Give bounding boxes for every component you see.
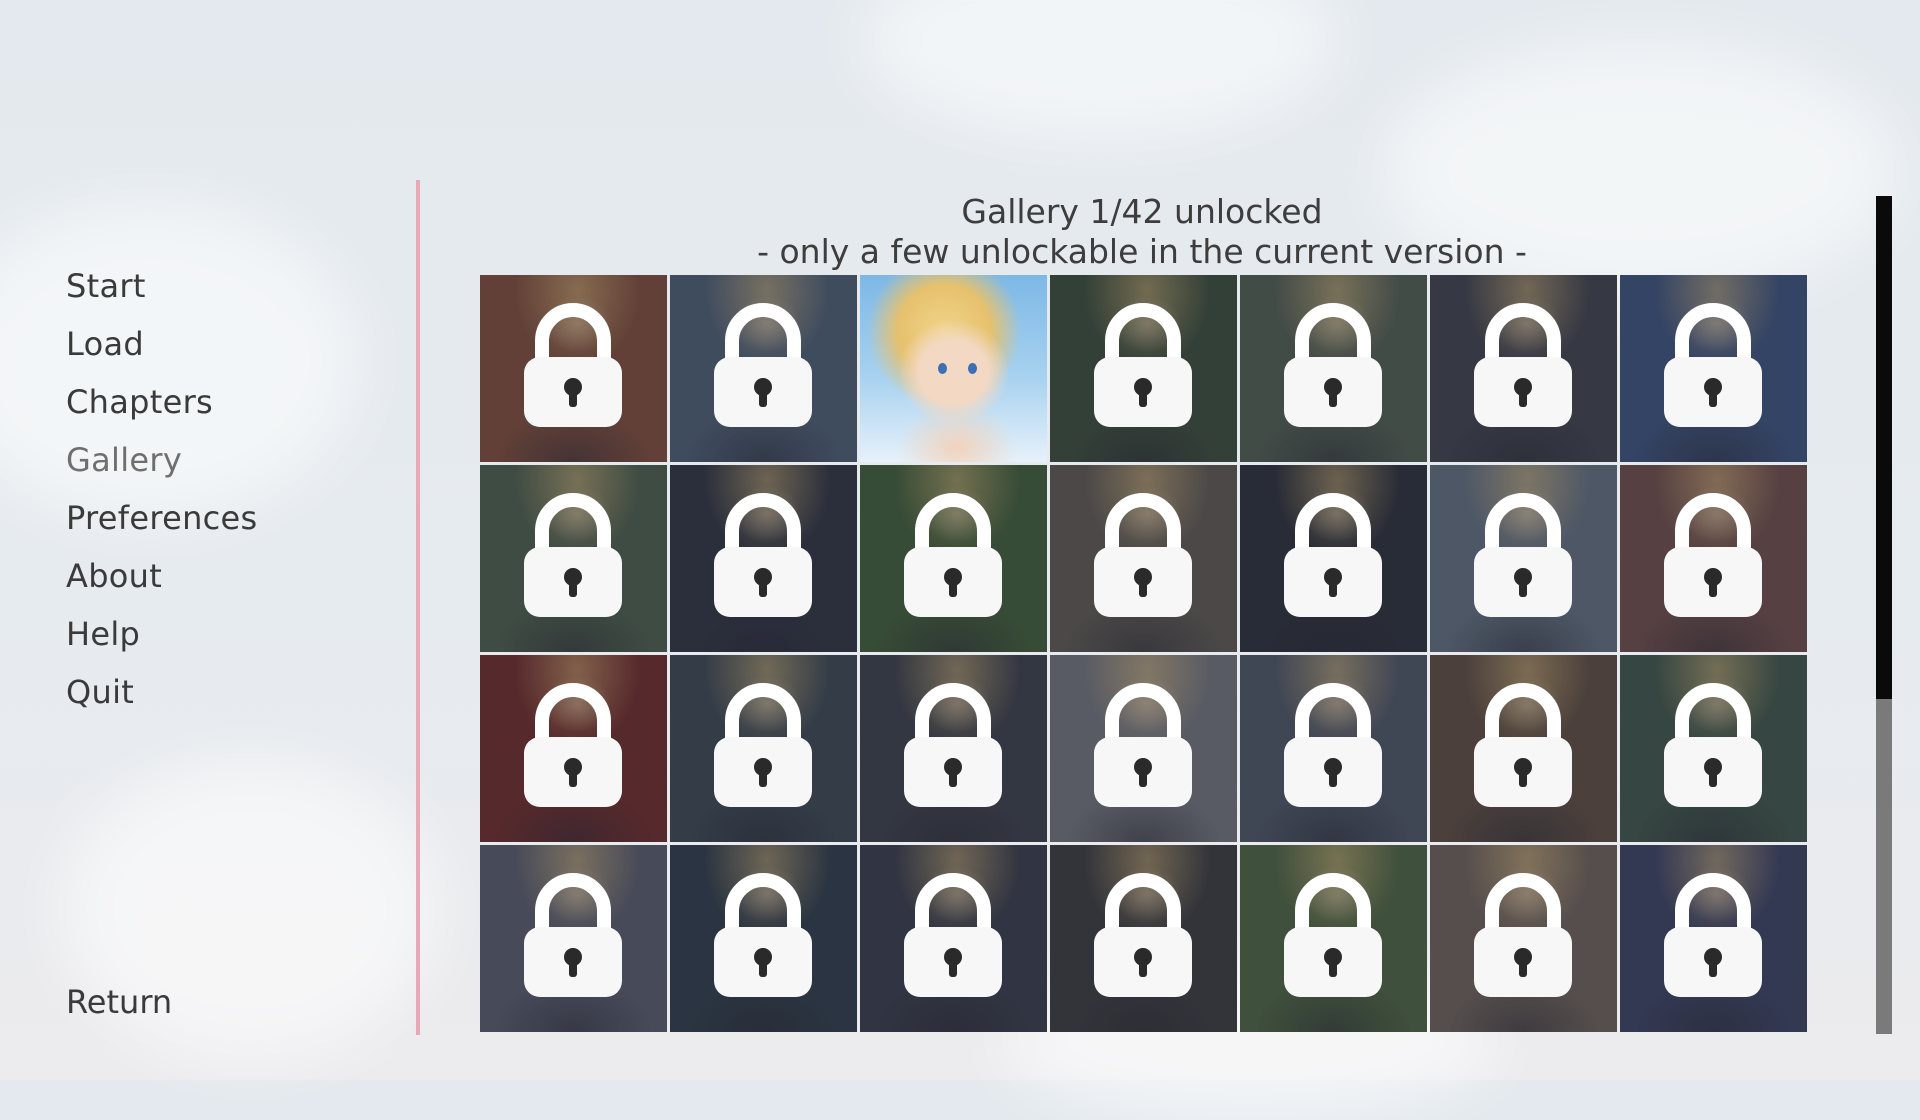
padlock-icon bbox=[1284, 493, 1382, 617]
gallery-tile-locked[interactable] bbox=[1430, 465, 1617, 652]
gallery-tile-locked[interactable] bbox=[1050, 655, 1237, 842]
padlock-icon bbox=[1284, 873, 1382, 997]
padlock-icon bbox=[1474, 493, 1572, 617]
gallery-tile-locked[interactable] bbox=[1430, 275, 1617, 462]
gallery-tile-locked[interactable] bbox=[1240, 465, 1427, 652]
padlock-icon bbox=[1094, 683, 1192, 807]
return-button[interactable]: Return bbox=[66, 983, 172, 1021]
gallery-tile-locked[interactable] bbox=[1050, 465, 1237, 652]
character-eye bbox=[938, 363, 947, 374]
padlock-icon bbox=[1094, 873, 1192, 997]
menu-item-gallery[interactable]: Gallery bbox=[66, 436, 258, 494]
menu-item-start[interactable]: Start bbox=[66, 262, 258, 320]
gallery-tile-locked[interactable] bbox=[1240, 275, 1427, 462]
gallery-tile-locked[interactable] bbox=[1620, 465, 1807, 652]
gallery-tile-locked[interactable] bbox=[1620, 275, 1807, 462]
gallery-tile-locked[interactable] bbox=[480, 845, 667, 1032]
padlock-icon bbox=[904, 493, 1002, 617]
padlock-icon bbox=[524, 303, 622, 427]
gallery-grid bbox=[480, 275, 1807, 1032]
gallery-tile-locked[interactable] bbox=[480, 655, 667, 842]
padlock-icon bbox=[1474, 303, 1572, 427]
gallery-tile-locked[interactable] bbox=[860, 465, 1047, 652]
menu-item-quit[interactable]: Quit bbox=[66, 668, 258, 726]
padlock-icon bbox=[524, 493, 622, 617]
gallery-tile-locked[interactable] bbox=[1620, 845, 1807, 1032]
padlock-icon bbox=[1094, 493, 1192, 617]
gallery-title: Gallery 1/42 unlocked bbox=[961, 192, 1323, 231]
gallery-tile-locked[interactable] bbox=[1430, 655, 1617, 842]
menu-item-preferences[interactable]: Preferences bbox=[66, 494, 258, 552]
padlock-icon bbox=[714, 873, 812, 997]
gallery-tile-locked[interactable] bbox=[670, 465, 857, 652]
scrollbar-thumb[interactable] bbox=[1876, 196, 1892, 699]
gallery-tile-locked[interactable] bbox=[1050, 845, 1237, 1032]
padlock-icon bbox=[524, 683, 622, 807]
padlock-icon bbox=[1664, 303, 1762, 427]
padlock-icon bbox=[1664, 873, 1762, 997]
padlock-icon bbox=[1474, 873, 1572, 997]
main-menu: Start Load Chapters Gallery Preferences About… bbox=[66, 262, 258, 726]
padlock-icon bbox=[1284, 683, 1382, 807]
padlock-icon bbox=[1474, 683, 1572, 807]
gallery-tile-locked[interactable] bbox=[860, 655, 1047, 842]
gallery-subtitle: - only a few unlockable in the current v… bbox=[757, 232, 1527, 271]
padlock-icon bbox=[1284, 303, 1382, 427]
menu-item-about[interactable]: About bbox=[66, 552, 258, 610]
gallery-tile-locked[interactable] bbox=[670, 655, 857, 842]
gallery-tile-locked[interactable] bbox=[1050, 275, 1237, 462]
menu-item-load[interactable]: Load bbox=[66, 320, 258, 378]
menu-item-chapters[interactable]: Chapters bbox=[66, 378, 258, 436]
padlock-icon bbox=[1664, 493, 1762, 617]
padlock-icon bbox=[714, 493, 812, 617]
padlock-icon bbox=[904, 683, 1002, 807]
gallery-tile-locked[interactable] bbox=[480, 465, 667, 652]
gallery-tile-unlocked[interactable] bbox=[860, 275, 1047, 462]
padlock-icon bbox=[1094, 303, 1192, 427]
gallery-tile-locked[interactable] bbox=[1240, 655, 1427, 842]
padlock-icon bbox=[904, 873, 1002, 997]
gallery-tile-locked[interactable] bbox=[480, 275, 667, 462]
padlock-icon bbox=[714, 683, 812, 807]
character-eye bbox=[968, 363, 977, 374]
padlock-icon bbox=[1664, 683, 1762, 807]
gallery-tile-locked[interactable] bbox=[860, 845, 1047, 1032]
padlock-icon bbox=[524, 873, 622, 997]
gallery-tile-locked[interactable] bbox=[1430, 845, 1617, 1032]
padlock-icon bbox=[714, 303, 812, 427]
gallery-tile-locked[interactable] bbox=[1240, 845, 1427, 1032]
gallery-tile-locked[interactable] bbox=[1620, 655, 1807, 842]
menu-divider bbox=[416, 180, 420, 1035]
gallery-tile-locked[interactable] bbox=[670, 845, 857, 1032]
gallery-tile-locked[interactable] bbox=[670, 275, 857, 462]
menu-item-help[interactable]: Help bbox=[66, 610, 258, 668]
